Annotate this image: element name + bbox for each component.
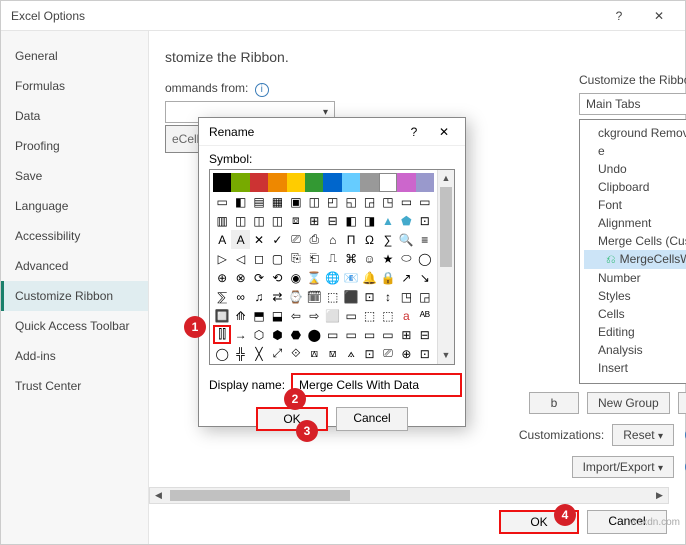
sidebar-item-data[interactable]: Data	[1, 101, 148, 131]
chevron-down-icon: ▾	[323, 107, 328, 118]
tree-item[interactable]: Styles	[584, 287, 686, 305]
sidebar-item-proofing[interactable]: Proofing	[1, 131, 148, 161]
help-button[interactable]: ?	[599, 2, 639, 30]
customizations-label: Customizations:	[519, 428, 604, 442]
horizontal-scrollbar[interactable]: ◀ ▶	[149, 487, 669, 504]
sidebar: General Formulas Data Proofing Save Lang…	[1, 31, 149, 544]
tree-item-selected[interactable]: MergeCellsWithData	[584, 250, 686, 269]
import-export-row: Import/Export ▾ i	[499, 456, 686, 478]
tree-item[interactable]: Cells	[584, 305, 686, 323]
customize-ribbon-column: Customize the Ribbon: i Main Tabs ▾ ckgr…	[579, 73, 686, 478]
scroll-thumb[interactable]	[170, 490, 350, 501]
step-marker-2: 2	[284, 388, 306, 410]
symbol-picker: ▭◧▤▦▣◫◰◱◲◳▭▭ ▥◫◫◫⧈⊞⊟◧◨▲⬟⊡ AA✕✓⎚⎙⌂ΠΩ∑🔍≡ ▷…	[209, 169, 455, 365]
pane-heading: stomize the Ribbon.	[165, 49, 669, 65]
tree-item[interactable]: Alignment	[584, 214, 686, 232]
chevron-down-icon: ▾	[658, 431, 663, 442]
dialog-help-button[interactable]: ?	[399, 125, 429, 139]
sidebar-item-formulas[interactable]: Formulas	[1, 71, 148, 101]
reset-dropdown[interactable]: Reset ▾	[612, 424, 674, 446]
scroll-left-arrow-icon[interactable]: ◀	[150, 488, 167, 503]
tree-item[interactable]: Font	[584, 196, 686, 214]
title-bar: Excel Options ? ✕	[1, 1, 685, 31]
scroll-up-arrow-icon[interactable]: ▲	[438, 170, 454, 187]
symbol-vertical-scrollbar[interactable]: ▲ ▼	[437, 170, 454, 364]
step-marker-4: 4	[554, 504, 576, 526]
dialog-cancel-button[interactable]: Cancel	[336, 407, 408, 431]
scroll-thumb[interactable]	[440, 187, 452, 267]
main-tabs-value: Main Tabs	[586, 97, 640, 111]
dialog-button-row: OK Cancel	[209, 407, 455, 431]
symbol-grid[interactable]: ▭◧▤▦▣◫◰◱◲◳▭▭ ▥◫◫◫⧈⊞⊟◧◨▲⬟⊡ AA✕✓⎚⎙⌂ΠΩ∑🔍≡ ▷…	[213, 173, 434, 361]
ribbon-tree[interactable]: ckground Removal e Undo Clipboard Font A…	[579, 119, 686, 384]
tree-item[interactable]: Number	[584, 269, 686, 287]
close-button[interactable]: ✕	[639, 2, 679, 30]
watermark: wsxdn.com	[630, 517, 680, 528]
customize-ribbon-label: Customize the Ribbon: i	[579, 73, 686, 89]
symbol-label: Symbol:	[209, 152, 455, 166]
new-group-button[interactable]: New Group	[587, 392, 670, 414]
sidebar-item-advanced[interactable]: Advanced	[1, 251, 148, 281]
scroll-down-arrow-icon[interactable]: ▼	[438, 347, 454, 364]
tab-buttons-row: b New Group Rename...	[529, 392, 686, 414]
display-name-row: Display name:	[209, 373, 455, 397]
dialog-body: Symbol: ▭◧▤▦▣◫◰◱◲◳▭▭ ▥◫◫◫⧈⊞⊟◧◨▲⬟⊡ AA✕✓⎚⎙…	[199, 146, 465, 441]
display-name-input[interactable]	[291, 373, 462, 397]
chevron-down-icon: ▾	[658, 463, 663, 474]
rename-dialog: Rename ? ✕ Symbol: ▭◧▤▦▣◫◰◱◲◳▭▭ ▥◫◫◫⧈⊞⊟◧…	[198, 117, 466, 427]
dialog-title-bar: Rename ? ✕	[199, 118, 465, 146]
new-tab-button[interactable]: b	[529, 392, 579, 414]
sidebar-item-customize-ribbon[interactable]: Customize Ribbon	[1, 281, 148, 311]
choose-commands-label-text: ommands from:	[165, 81, 248, 95]
tree-item[interactable]: e	[584, 142, 686, 160]
display-name-label: Display name:	[209, 378, 285, 392]
scroll-right-arrow-icon[interactable]: ▶	[651, 488, 668, 503]
tree-item[interactable]: Editing	[584, 323, 686, 341]
sidebar-item-trust-center[interactable]: Trust Center	[1, 371, 148, 401]
main-tabs-dropdown[interactable]: Main Tabs ▾	[579, 93, 686, 115]
sidebar-item-accessibility[interactable]: Accessibility	[1, 221, 148, 251]
info-icon[interactable]: i	[255, 83, 269, 97]
sidebar-item-quick-access-toolbar[interactable]: Quick Access Toolbar	[1, 311, 148, 341]
window-title: Excel Options	[11, 9, 599, 23]
sidebar-item-save[interactable]: Save	[1, 161, 148, 191]
sidebar-item-general[interactable]: General	[1, 41, 148, 71]
tree-item[interactable]: Clipboard	[584, 178, 686, 196]
sidebar-item-language[interactable]: Language	[1, 191, 148, 221]
tree-item[interactable]: ckground Removal	[584, 124, 686, 142]
dialog-close-button[interactable]: ✕	[429, 125, 459, 139]
rename-button[interactable]: Rename...	[678, 392, 686, 414]
tree-item[interactable]: Insert	[584, 359, 686, 377]
tree-item[interactable]: Analysis	[584, 341, 686, 359]
dialog-title: Rename	[209, 125, 399, 139]
tree-item[interactable]: Undo	[584, 160, 686, 178]
step-marker-3: 3	[296, 420, 318, 442]
tree-item[interactable]: Merge Cells (Custom)	[584, 232, 686, 250]
import-export-dropdown[interactable]: Import/Export ▾	[572, 456, 674, 478]
step-marker-1: 1	[184, 316, 206, 338]
customizations-row: Customizations: Reset ▾ i	[499, 424, 686, 446]
sidebar-item-add-ins[interactable]: Add-ins	[1, 341, 148, 371]
